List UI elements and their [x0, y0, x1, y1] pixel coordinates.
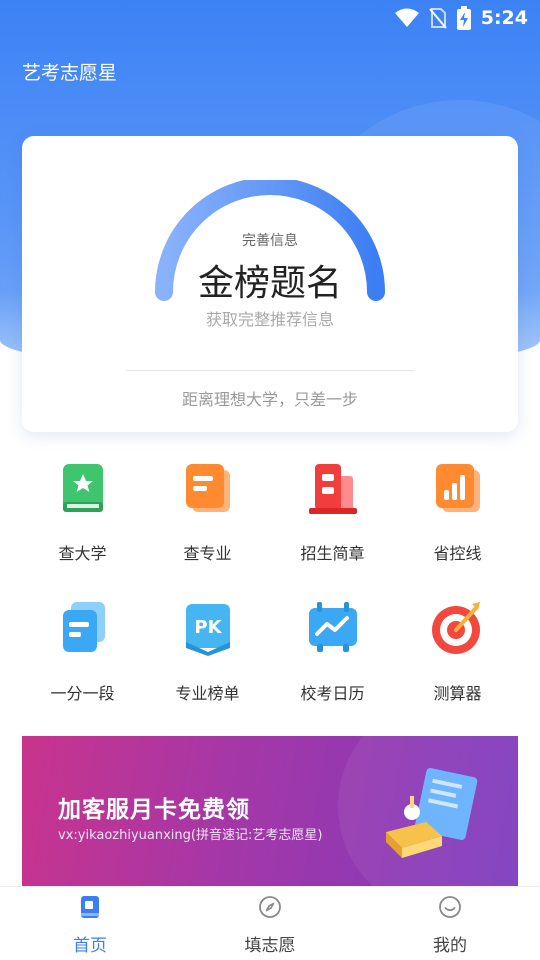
tab-label: 我的	[433, 936, 467, 956]
grid-item-major[interactable]: 查专业	[145, 458, 270, 564]
grid-item-major-ranking[interactable]: PK 专业榜单	[145, 598, 270, 704]
banner-title: 加客服月卡免费领	[58, 797, 250, 823]
app-title: 艺考志愿星	[22, 62, 118, 84]
grid-label: 招生简章	[300, 544, 365, 563]
card-divider	[126, 370, 414, 371]
tab-label: 首页	[73, 936, 107, 956]
no-sim-icon	[428, 8, 447, 29]
grid-item-university[interactable]: 查大学	[20, 458, 145, 564]
building-icon	[308, 464, 357, 514]
compass-icon	[259, 896, 281, 918]
book-star-icon	[62, 464, 103, 512]
tab-home[interactable]: 首页	[0, 887, 180, 960]
bar-chart-icon	[435, 464, 480, 512]
grid-item-score-segment[interactable]: 一分一段	[20, 598, 145, 704]
grid-label: 省控线	[433, 544, 482, 563]
grid-label: 校考日历	[300, 684, 365, 703]
status-bar: 5:24	[0, 0, 540, 36]
tab-mine[interactable]: 我的	[360, 887, 540, 960]
grid-label: 专业榜单	[175, 684, 240, 703]
document-icon	[185, 464, 230, 512]
promo-banner[interactable]: 加客服月卡免费领 vx:yikaozhiyuanxing(拼音速记:艺考志愿星)	[22, 736, 518, 886]
grid-label: 查大学	[58, 544, 107, 563]
pk-icon: PK	[185, 604, 230, 656]
bottom-tab-bar: 首页 填志愿 我的	[0, 886, 540, 960]
battery-charging-icon	[456, 6, 471, 30]
gauge-title: 金榜题名	[197, 263, 342, 304]
wifi-icon	[394, 8, 419, 27]
banner-subtitle: vx:yikaozhiyuanxing(拼音速记:艺考志愿星)	[58, 828, 323, 843]
grid-label: 一分一段	[50, 684, 115, 703]
grid-item-control-line[interactable]: 省控线	[395, 458, 520, 564]
grid-item-admission-brochure[interactable]: 招生简章	[270, 458, 395, 564]
home-book-icon	[81, 896, 99, 918]
card-footer-text: 距离理想大学，只差一步	[181, 390, 358, 409]
grid-label: 查专业	[183, 544, 232, 563]
svg-text:PK: PK	[194, 617, 222, 638]
gauge-hint: 获取完整推荐信息	[205, 310, 334, 329]
gauge-subtitle: 完善信息	[242, 233, 298, 249]
calendar-trend-icon	[308, 602, 357, 652]
recommendation-card[interactable]: 完善信息 金榜题名 获取完整推荐信息 距离理想大学，只差一步	[22, 136, 518, 432]
grid-label: 测算器	[433, 684, 482, 703]
grid-item-exam-calendar[interactable]: 校考日历	[270, 598, 395, 704]
target-icon	[431, 602, 480, 654]
status-time: 5:24	[480, 7, 528, 29]
stacked-cards-icon	[62, 602, 105, 652]
grid-item-calculator[interactable]: 测算器	[395, 598, 520, 704]
books-illustration-icon	[386, 768, 478, 858]
tab-label: 填志愿	[244, 936, 296, 956]
tab-fill-application[interactable]: 填志愿	[180, 887, 360, 960]
smile-icon	[439, 896, 461, 918]
